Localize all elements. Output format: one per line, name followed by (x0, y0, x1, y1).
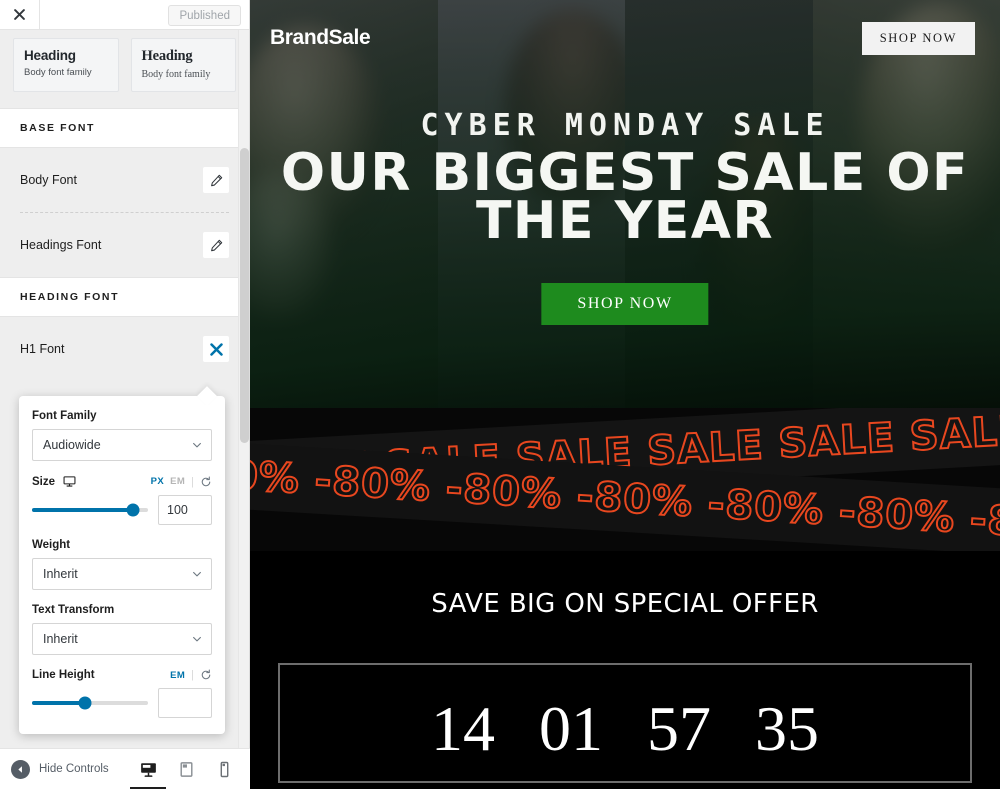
countdown-hours: 01 (539, 693, 603, 764)
size-slider[interactable] (32, 503, 148, 517)
site-logo[interactable]: BrandSale (270, 26, 371, 50)
field-label-wrap: Line Height (32, 669, 95, 681)
text-transform-value: Inherit (43, 632, 78, 646)
row-label: Body Font (20, 173, 77, 187)
hero-headline-line-2: THE YEAR (475, 190, 775, 251)
unit-em[interactable]: EM (170, 670, 185, 681)
hide-controls-button[interactable]: Hide Controls (0, 759, 109, 779)
sidebar-topbar: Published (0, 0, 249, 30)
field-text-transform: Text Transform Inherit (32, 604, 212, 655)
desktop-icon[interactable] (63, 475, 76, 488)
font-card-heading: Heading (24, 48, 76, 63)
section-header-heading-font: HEADING FONT (0, 277, 249, 317)
font-card-heading: Heading (141, 48, 193, 64)
sidebar-bottom-bar: Hide Controls (0, 748, 250, 789)
size-slider-knob[interactable] (126, 503, 140, 517)
h1-font-popover: Font Family Audiowide Size PX EM | 100 W… (19, 386, 225, 734)
unit-px[interactable]: PX (151, 476, 164, 487)
field-label: Font Family (32, 410, 97, 422)
pencil-icon[interactable] (203, 167, 229, 193)
unit-separator: | (191, 669, 194, 681)
size-slider-row (32, 495, 212, 525)
row-h1-font[interactable]: H1 Font (0, 317, 249, 381)
countdown-days: 14 (431, 693, 495, 764)
hero-eyebrow: CYBER MONDAY SALE (420, 108, 830, 143)
size-input[interactable] (158, 495, 212, 525)
field-line-height: Line Height EM | (32, 669, 212, 718)
unit-em[interactable]: EM (170, 476, 185, 487)
line-height-unit-toggle: EM | (170, 669, 212, 681)
device-preview-group (130, 754, 250, 789)
weight-value: Inherit (43, 567, 78, 581)
field-label: Size (32, 475, 56, 488)
publish-status-button[interactable]: Published (168, 5, 241, 26)
line-height-slider-row (32, 688, 212, 718)
countdown-box: 14 01 57 35 (278, 663, 972, 783)
font-family-select[interactable]: Audiowide (32, 429, 212, 461)
field-label: Weight (32, 539, 71, 551)
customizer-app: Published Heading Body font family Headi… (0, 0, 1000, 789)
size-slider-fill (32, 508, 133, 512)
close-icon[interactable] (203, 336, 229, 362)
field-size: Size PX EM | (32, 475, 212, 525)
reset-icon[interactable] (200, 475, 212, 488)
line-height-slider-fill (32, 701, 86, 705)
field-label: Text Transform (32, 604, 115, 616)
font-preview-cards: Heading Body font family Heading Body fo… (0, 30, 249, 108)
line-height-slider-knob[interactable] (78, 696, 92, 710)
hero-headline: OUR BIGGEST SALE OF THE YEAR (250, 147, 1000, 251)
reset-icon[interactable] (200, 669, 212, 681)
row-body-font[interactable]: Body Font (0, 148, 249, 212)
size-unit-toggle: PX EM | (151, 476, 212, 488)
line-height-header: Line Height EM | (32, 669, 212, 681)
chevron-down-icon (193, 636, 201, 642)
hero-shop-now-button[interactable]: SHOP NOW (541, 283, 709, 325)
nav-shop-now-button[interactable]: SHOP NOW (861, 22, 975, 55)
hide-controls-label: Hide Controls (39, 763, 109, 775)
offer-section: SAVE BIG ON SPECIAL OFFER 14 01 57 35 (250, 551, 1000, 783)
chevron-down-icon (193, 571, 201, 577)
field-weight: Weight Inherit (32, 539, 212, 590)
countdown-minutes: 57 (647, 693, 711, 764)
font-family-value: Audiowide (43, 438, 101, 452)
text-transform-select[interactable]: Inherit (32, 623, 212, 655)
section-header-base-font: BASE FONT (0, 108, 249, 148)
unit-separator: | (191, 475, 194, 488)
row-label: Headings Font (20, 238, 102, 252)
desktop-icon[interactable] (130, 754, 166, 789)
sidebar-scrollbar-thumb[interactable] (240, 148, 249, 443)
tablet-icon[interactable] (174, 754, 198, 784)
close-icon[interactable] (0, 0, 40, 30)
pencil-icon[interactable] (203, 232, 229, 258)
field-label: Line Height (32, 669, 95, 681)
hero-section: BrandSale SHOP NOW CYBER MONDAY SALE OUR… (250, 0, 1000, 408)
collapse-arrow-icon (11, 759, 30, 779)
field-font-family: Font Family Audiowide (32, 410, 212, 461)
offer-title: SAVE BIG ON SPECIAL OFFER (431, 589, 819, 619)
site-preview: BrandSale SHOP NOW CYBER MONDAY SALE OUR… (250, 0, 1000, 789)
chevron-down-icon (193, 442, 201, 448)
font-card-body: Body font family (141, 69, 211, 80)
mobile-icon[interactable] (212, 754, 236, 784)
sidebar-scrollbar[interactable] (238, 30, 249, 758)
row-label: H1 Font (20, 342, 65, 356)
font-preview-card-serif[interactable]: Heading Body font family (130, 38, 236, 92)
line-height-slider[interactable] (32, 696, 148, 710)
row-headings-font[interactable]: Headings Font (0, 213, 249, 277)
countdown-timer: 14 01 57 35 (280, 665, 970, 761)
size-header: Size PX EM | (32, 475, 212, 488)
countdown-seconds: 35 (755, 693, 819, 764)
font-card-body: Body font family (24, 67, 92, 78)
field-label-wrap: Size (32, 475, 76, 488)
weight-select[interactable]: Inherit (32, 558, 212, 590)
customizer-sidebar: Published Heading Body font family Headi… (0, 0, 250, 789)
sale-marquee-band: LE SALE SALE SALE SALE SALE SALE -80% -8… (250, 408, 1000, 551)
font-preview-card-sans[interactable]: Heading Body font family (13, 38, 119, 92)
line-height-input[interactable] (158, 688, 212, 718)
